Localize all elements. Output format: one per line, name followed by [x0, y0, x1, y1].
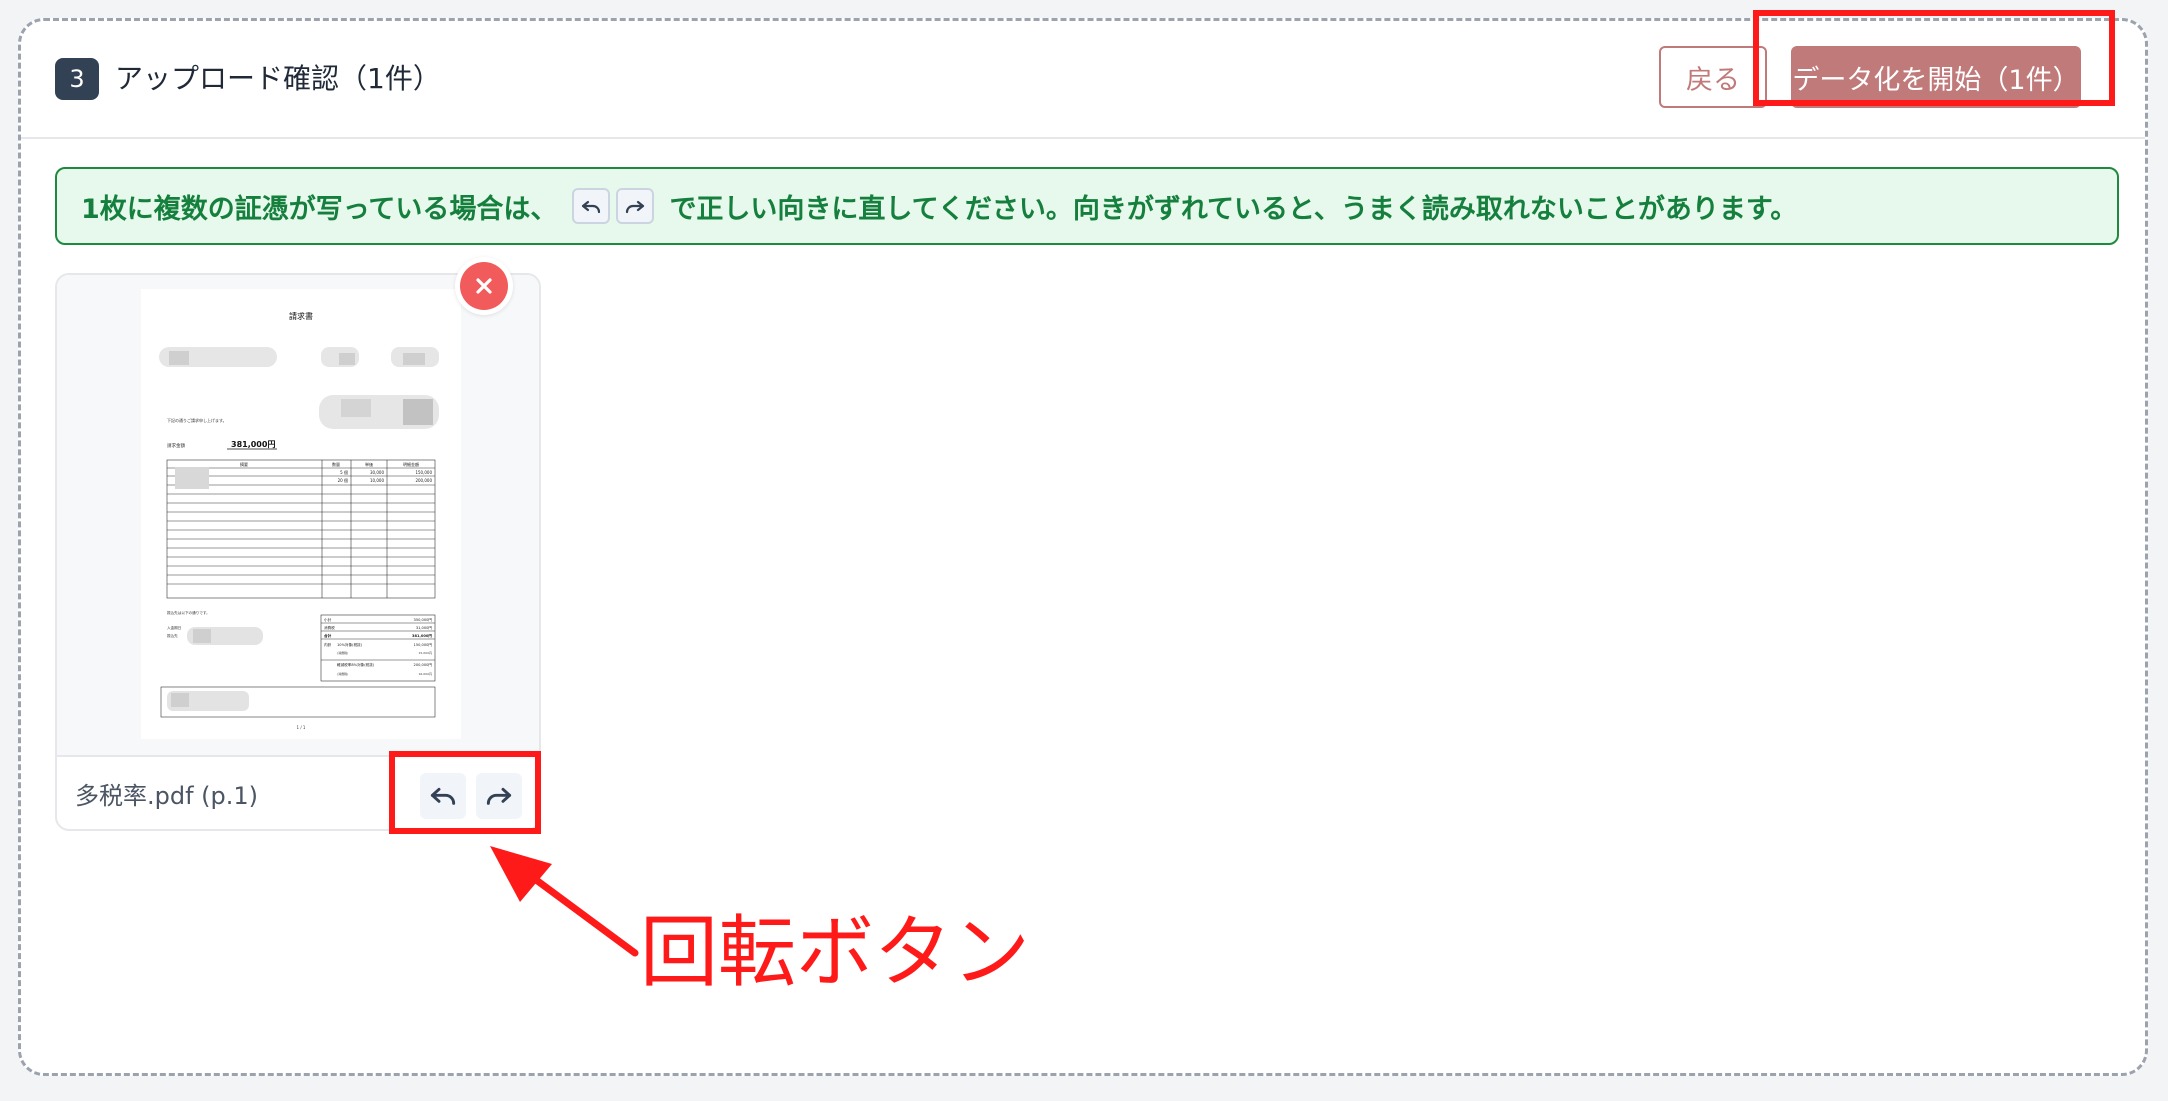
table-cell: 5 個 — [340, 469, 348, 475]
notice-text-before: 1枚に複数の証憑が写っている場合は、 — [81, 193, 558, 225]
invoice-thumbnail: 請求書 下記の通りご請求申し上げます。 請求金額 381,000円 摘要 数量 … — [141, 289, 461, 739]
blur-block — [171, 693, 189, 707]
summary-cell: (消費税) — [337, 671, 348, 676]
blur-block — [175, 467, 209, 489]
summary-cell: 10%対象(税抜) — [337, 642, 363, 647]
blur-block — [169, 351, 189, 365]
table-header: 数量 — [332, 461, 340, 467]
rotate-left-icon — [572, 188, 611, 224]
summary-cell: 合計 — [323, 633, 332, 638]
summary-cell: 31,000円 — [416, 626, 433, 630]
summary-cell: 内訳 — [324, 642, 332, 647]
annotation-highlight-start-button — [1753, 10, 2115, 106]
table-header: 明細金額 — [403, 461, 419, 467]
file-name: 多税率.pdf (p.1) — [75, 782, 259, 810]
rotate-right-icon — [616, 188, 655, 224]
page-preview: 請求書 下記の通りご請求申し上げます。 請求金額 381,000円 摘要 数量 … — [57, 275, 539, 755]
summary-cell: (消費税) — [337, 650, 348, 655]
file-card: 請求書 下記の通りご請求申し上げます。 請求金額 381,000円 摘要 数量 … — [55, 273, 541, 831]
annotation-arrow-icon — [490, 846, 639, 957]
table-cell: 10,000 — [370, 478, 384, 483]
table-cell: 20 個 — [338, 477, 348, 483]
summary-cell: 消費税 — [324, 625, 335, 630]
table-header: 単価 — [365, 461, 373, 467]
summary-cell: 軽減税率8%対象(税抜) — [337, 662, 375, 667]
step-badge: 3 — [55, 58, 99, 100]
blur-block — [339, 353, 355, 365]
doc-bank-note: 振込先は以下の通りです。 — [167, 610, 210, 615]
doc-title: 請求書 — [289, 311, 313, 321]
blur-block — [403, 399, 433, 425]
summary-cell: 200,000円 — [414, 663, 433, 667]
rotation-notice: 1枚に複数の証憑が写っている場合は、 で正しい向きに直してください。向きがずれて… — [55, 167, 2119, 245]
back-button[interactable]: 戻る — [1659, 46, 1767, 108]
annotation-highlight-rotate-buttons — [389, 751, 541, 834]
table-cell: 30,000 — [370, 470, 384, 475]
summary-cell: 150,000円 — [414, 643, 433, 647]
blur-block — [403, 353, 425, 365]
summary-cell: 381,000円 — [412, 633, 432, 638]
summary-cell: 350,000円 — [414, 618, 433, 622]
annotation-label: 回転ボタン — [640, 908, 1031, 998]
doc-bank-label: 振込先 — [167, 633, 178, 638]
summary-cell: 小計 — [324, 617, 332, 622]
doc-amount-label: 請求金額 — [167, 442, 185, 449]
remove-file-button[interactable] — [460, 262, 508, 310]
summary-cell: 15,000円 — [419, 651, 433, 655]
table-cell: 200,000 — [415, 478, 432, 483]
doc-amount: 381,000円 — [231, 440, 275, 449]
blur-block — [193, 629, 211, 643]
doc-page-footer: 1 / 1 — [297, 725, 306, 730]
table-cell: 150,000 — [415, 470, 432, 475]
summary-cell: 16,000円 — [419, 672, 433, 676]
doc-bank-label: 入金期日 — [167, 625, 181, 630]
doc-greeting: 下記の通りご請求申し上げます。 — [167, 417, 227, 423]
notice-text-after: で正しい向きに直してください。向きがずれていると、うまく読み取れないことがありま… — [669, 193, 1798, 225]
table-header: 摘要 — [240, 461, 248, 467]
upload-confirm-panel: 3 アップロード確認（1件） 戻る データ化を開始（1件） 1枚に複数の証憑が写… — [18, 18, 2148, 1076]
close-icon — [476, 278, 492, 294]
blur-block — [341, 399, 371, 417]
page-title: アップロード確認（1件） — [115, 62, 441, 95]
